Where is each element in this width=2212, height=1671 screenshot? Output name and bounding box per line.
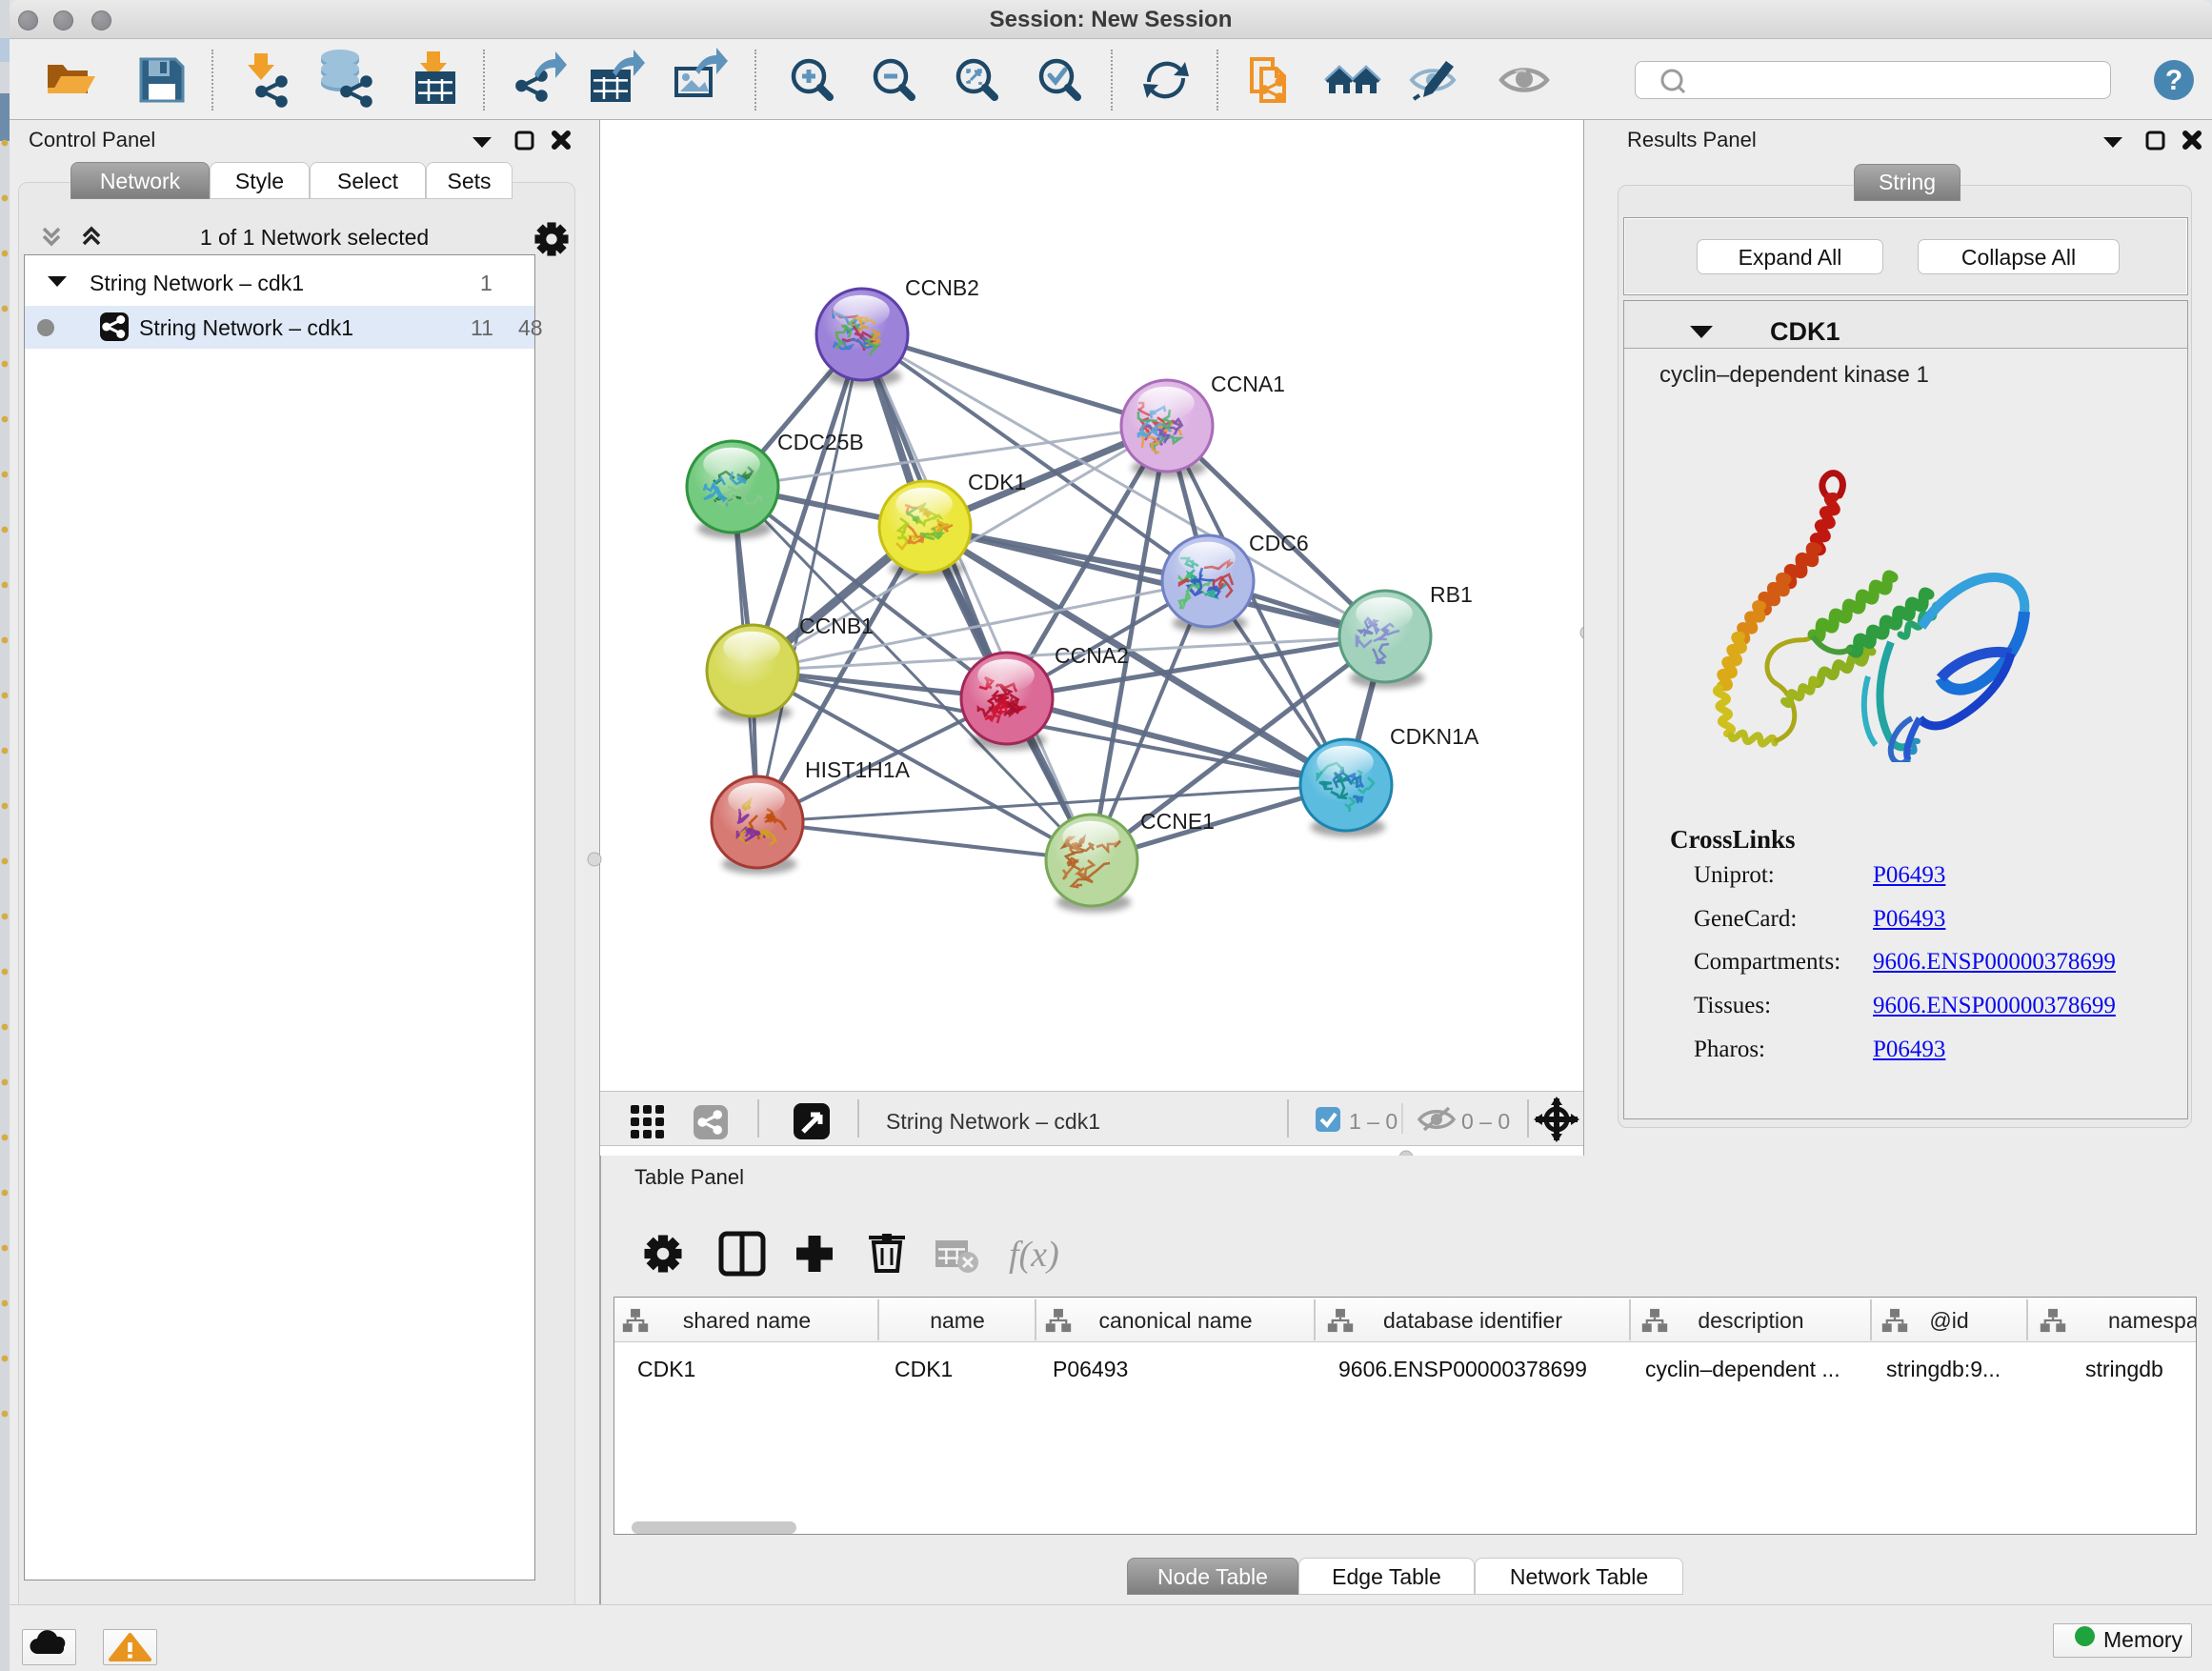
svg-text:CCNB2: CCNB2 — [905, 275, 979, 300]
svg-text:0 – 0: 0 – 0 — [1461, 1109, 1510, 1134]
svg-text:CCNA1: CCNA1 — [1211, 372, 1285, 396]
svg-text:shared name: shared name — [683, 1308, 811, 1333]
svg-text:description: description — [1698, 1308, 1803, 1333]
svg-text:CDC25B: CDC25B — [777, 430, 864, 454]
svg-text:String Network – cdk1: String Network – cdk1 — [886, 1109, 1100, 1134]
svg-text:CDKN1A: CDKN1A — [1390, 724, 1479, 749]
svg-text:CCNA2: CCNA2 — [1055, 643, 1129, 668]
svg-text:HIST1H1A: HIST1H1A — [805, 757, 911, 782]
svg-text:?: ? — [2165, 65, 2182, 96]
svg-text:@id: @id — [1929, 1308, 1968, 1333]
svg-text:1 – 0: 1 – 0 — [1349, 1109, 1398, 1134]
svg-text:namespace: namespace — [2108, 1308, 2196, 1333]
svg-text:canonical name: canonical name — [1098, 1308, 1252, 1333]
svg-text:database identifier: database identifier — [1383, 1308, 1562, 1333]
svg-text:CDC6: CDC6 — [1249, 531, 1309, 555]
svg-text:name: name — [930, 1308, 985, 1333]
svg-text:CDK1: CDK1 — [968, 470, 1026, 494]
svg-text:CCNE1: CCNE1 — [1140, 809, 1215, 834]
svg-text:CCNB1: CCNB1 — [799, 614, 874, 638]
svg-text:RB1: RB1 — [1430, 582, 1473, 607]
svg-text:f(x): f(x) — [1009, 1235, 1059, 1275]
